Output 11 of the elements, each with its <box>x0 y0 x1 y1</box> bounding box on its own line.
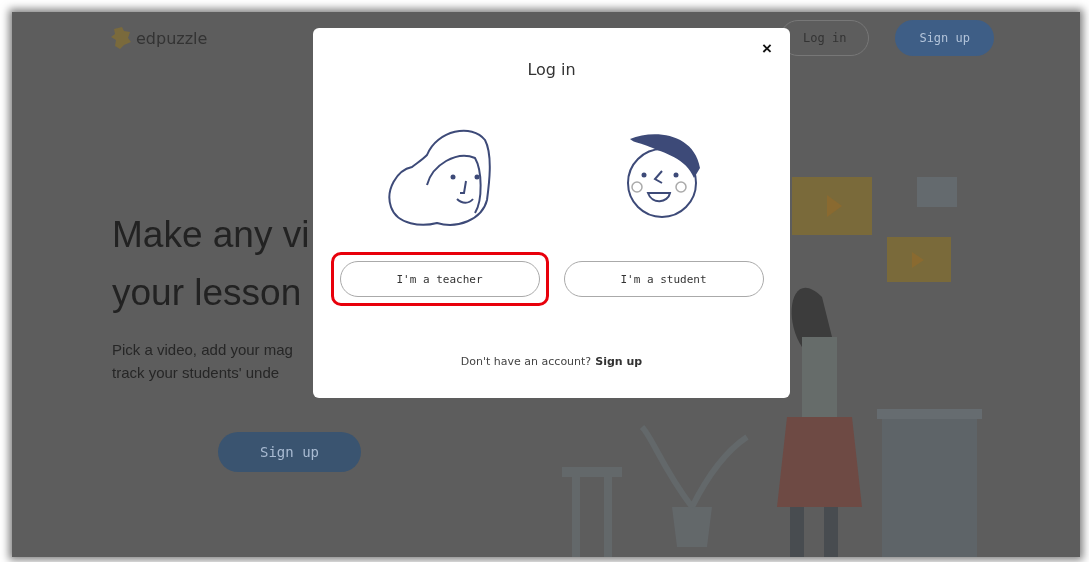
sign-up-button[interactable]: Sign up <box>218 432 361 472</box>
hero-heading: your lesson <box>112 271 303 315</box>
sign-up-link[interactable]: Sign up <box>595 355 643 368</box>
hero-heading: Make any vi <box>112 213 311 257</box>
teacher-button[interactable]: I'm a teacher <box>339 261 540 297</box>
footer-text: Don't have an account? <box>460 355 592 368</box>
close-button[interactable]: × <box>760 40 774 58</box>
sign-up-button[interactable]: Sign up <box>895 20 994 56</box>
dialog-title: Log in <box>527 60 576 79</box>
puzzle-piece-icon <box>110 25 132 51</box>
student-button[interactable]: I'm a student <box>563 261 764 297</box>
